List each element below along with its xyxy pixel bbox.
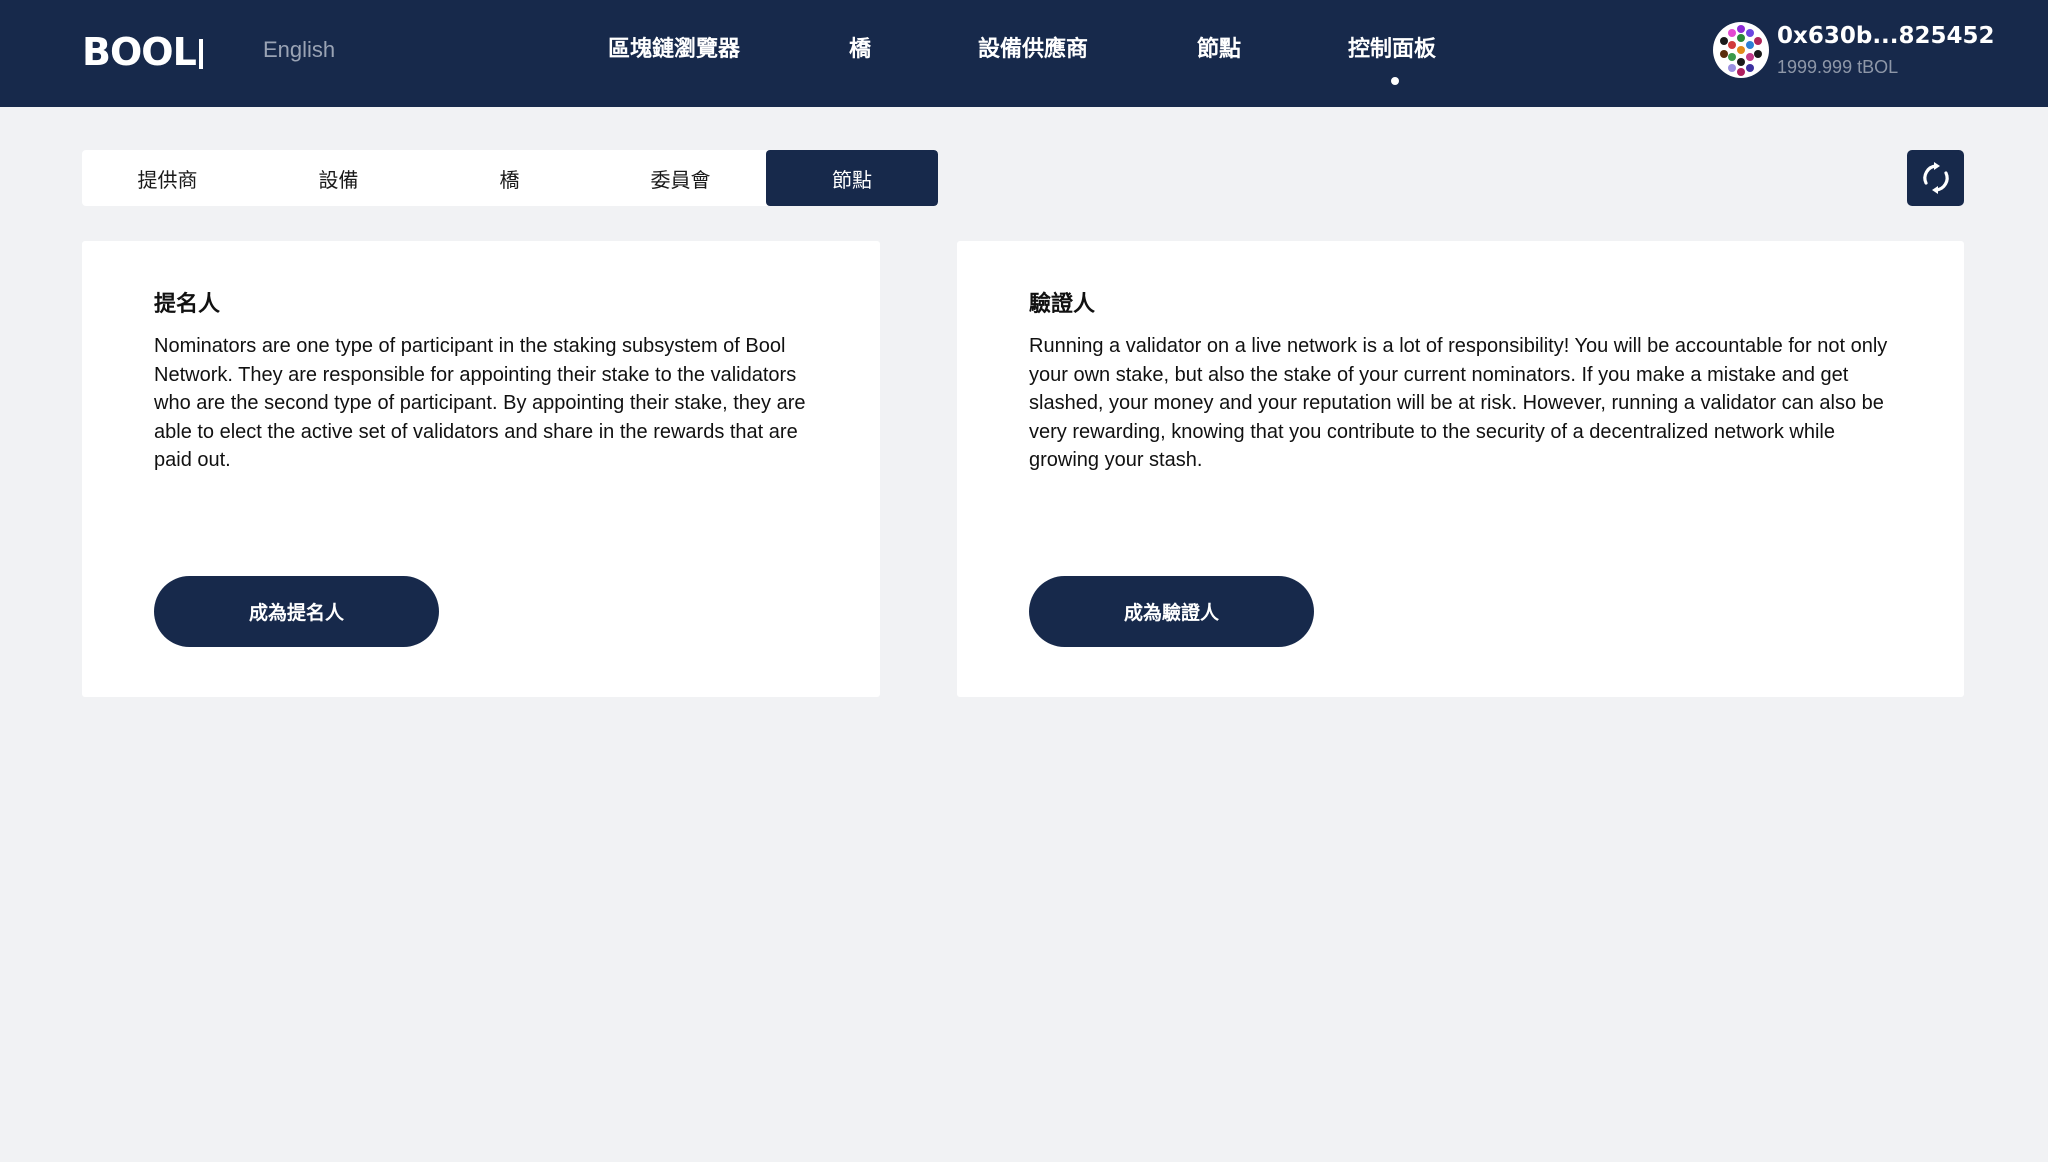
validator-title: 驗證人 (1029, 292, 1096, 317)
refresh-icon (1922, 162, 1949, 194)
active-nav-indicator (1391, 77, 1399, 85)
nav-bridge[interactable]: 橋 (849, 34, 871, 66)
dashboard-tabs: 提供商 設備 橋 委員會 節點 (82, 150, 938, 206)
nav-device-providers[interactable]: 設備供應商 (978, 34, 1088, 66)
account-address[interactable]: 0x630b...825452 (1777, 21, 1995, 51)
nominator-description: Nominators are one type of participant i… (154, 335, 806, 471)
validator-description: Running a validator on a live network is… (1029, 335, 1888, 471)
tab-nodes[interactable]: 節點 (766, 150, 938, 206)
account-avatar[interactable] (1713, 22, 1769, 78)
tab-providers[interactable]: 提供商 (82, 150, 253, 206)
become-nominator-button[interactable]: 成為提名人 (154, 576, 439, 647)
nominator-card: 提名人 Nominators are one type of participa… (82, 241, 880, 697)
tab-devices[interactable]: 設備 (253, 150, 424, 206)
nav-nodes[interactable]: 節點 (1197, 34, 1241, 66)
validator-card: 驗證人 Running a validator on a live networ… (957, 241, 1964, 697)
top-nav-bar: BOOL English 區塊鏈瀏覽器 橋 設備供應商 節點 控制面板 0x63… (0, 0, 2048, 107)
tab-committee[interactable]: 委員會 (595, 150, 766, 206)
identicon-icon (1714, 23, 1768, 77)
become-validator-button[interactable]: 成為驗證人 (1029, 576, 1314, 647)
nominator-title: 提名人 (154, 292, 221, 317)
nav-blockchain-explorer[interactable]: 區塊鏈瀏覽器 (608, 34, 740, 66)
refresh-button[interactable] (1907, 150, 1964, 206)
nav-dashboard[interactable]: 控制面板 (1348, 34, 1436, 66)
account-balance: 1999.999 tBOL (1777, 57, 1899, 77)
tab-bridge[interactable]: 橋 (424, 150, 595, 206)
